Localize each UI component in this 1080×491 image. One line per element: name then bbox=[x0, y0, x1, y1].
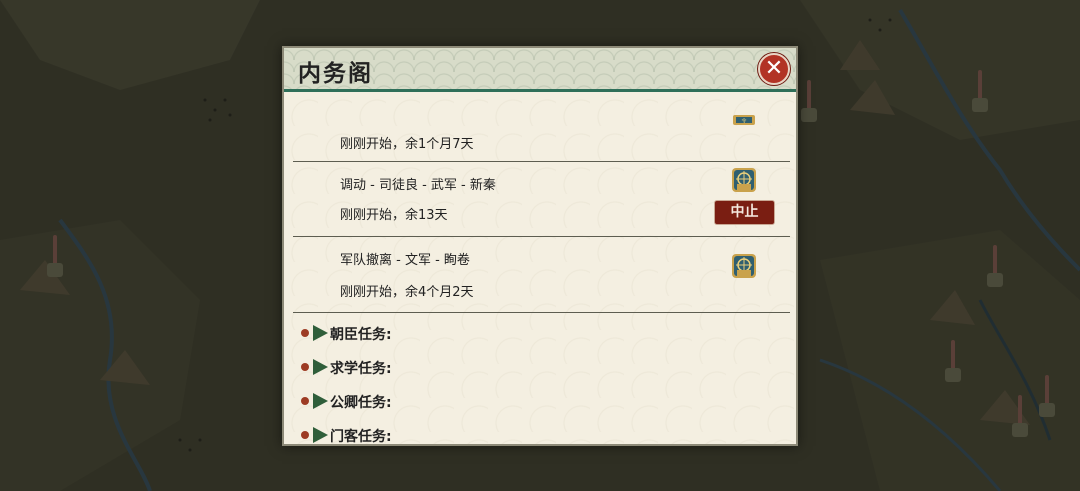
map-city-marker[interactable] bbox=[972, 70, 988, 112]
map-city-marker[interactable] bbox=[1012, 395, 1028, 437]
map-city-marker[interactable] bbox=[47, 235, 63, 277]
internal-affairs-dialog: 内务阁 ✕ 令 刚刚开始，余1个月7天 调动 - 司徒良 - 武军 - 新秦 刚… bbox=[282, 46, 798, 446]
svg-text:令: 令 bbox=[741, 118, 746, 125]
bullet-icon bbox=[301, 431, 309, 439]
bullet-icon bbox=[301, 363, 309, 371]
task-list[interactable]: 令 刚刚开始，余1个月7天 调动 - 司徒良 - 武军 - 新秦 刚刚开始，余1… bbox=[284, 92, 796, 444]
dialog-header: 内务阁 ✕ bbox=[284, 48, 796, 92]
expand-arrow-icon bbox=[313, 427, 328, 443]
task-seal-icon[interactable] bbox=[730, 252, 758, 280]
task-progress: 刚刚开始，余13天 bbox=[340, 208, 448, 223]
task-seal-icon[interactable]: 令 bbox=[730, 115, 758, 127]
map-city-marker[interactable] bbox=[945, 340, 961, 382]
task-title: 军队撤离 - 文军 - 眴卷 bbox=[340, 253, 470, 268]
expand-arrow-icon bbox=[313, 325, 328, 341]
task-row: 令 刚刚开始，余1个月7天 bbox=[293, 92, 790, 162]
stop-task-button[interactable]: 中止 bbox=[714, 200, 775, 225]
map-city-marker[interactable] bbox=[801, 80, 817, 122]
bullet-icon bbox=[301, 397, 309, 405]
expand-arrow-icon bbox=[313, 393, 328, 409]
task-progress: 刚刚开始，余4个月2天 bbox=[340, 285, 474, 300]
map-city-marker[interactable] bbox=[987, 245, 1003, 287]
task-progress: 刚刚开始，余1个月7天 bbox=[340, 137, 474, 152]
divider bbox=[293, 312, 790, 313]
task-title: 调动 - 司徒良 - 武军 - 新秦 bbox=[340, 178, 496, 193]
expand-arrow-icon bbox=[313, 359, 328, 375]
task-row: 调动 - 司徒良 - 武军 - 新秦 刚刚开始，余13天 中止 bbox=[293, 162, 790, 237]
task-seal-icon[interactable] bbox=[730, 166, 758, 194]
dialog-title: 内务阁 bbox=[298, 60, 373, 87]
bullet-icon bbox=[301, 329, 309, 337]
map-city-marker[interactable] bbox=[1039, 375, 1055, 417]
close-button[interactable]: ✕ bbox=[758, 53, 790, 85]
task-row: 军队撤离 - 文军 - 眴卷 刚刚开始，余4个月2天 bbox=[293, 237, 790, 313]
